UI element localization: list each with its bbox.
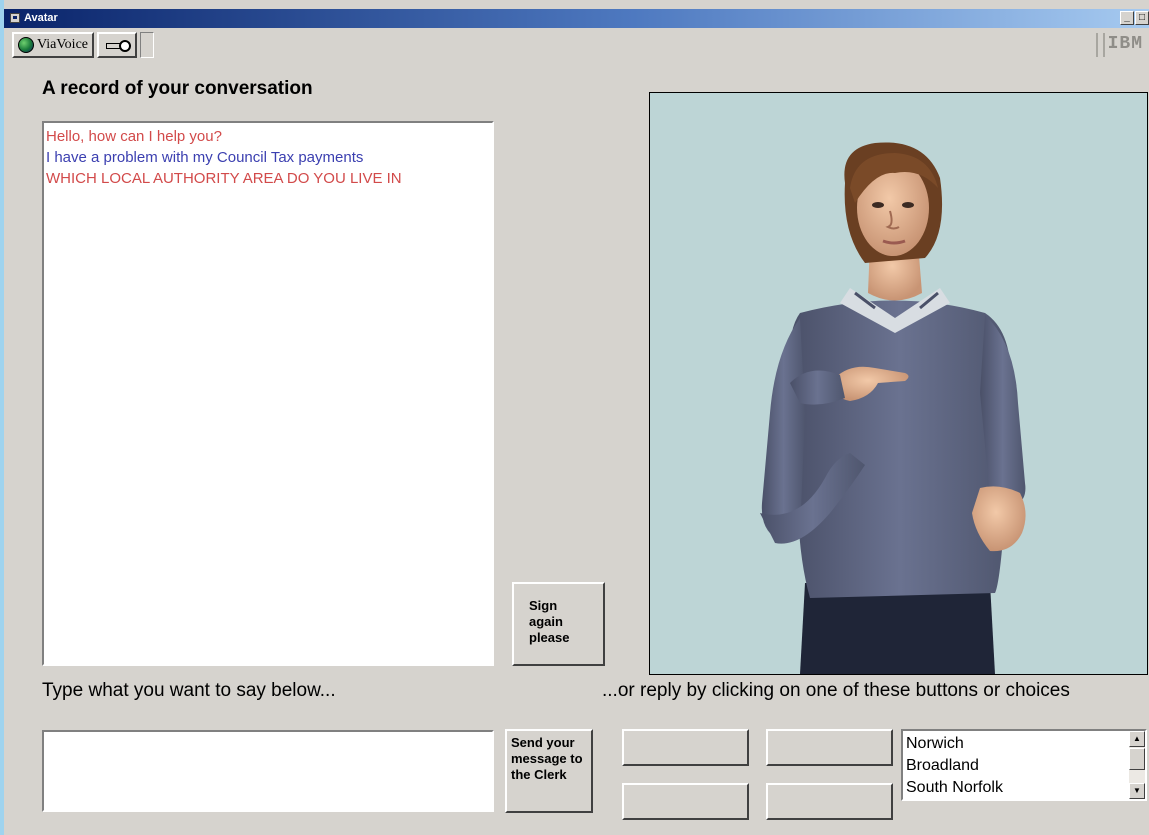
viavoice-label: ViaVoice: [37, 37, 88, 52]
scroll-thumb[interactable]: [1129, 748, 1145, 770]
conversation-message: Hello, how can I help you?: [46, 128, 222, 145]
choice-button-1[interactable]: [622, 729, 749, 766]
conversation-message: I have a problem with my Council Tax pay…: [46, 149, 364, 166]
sign-again-button[interactable]: Sign again please: [512, 582, 605, 666]
listbox-scrollbar[interactable]: ▲ ▼: [1129, 731, 1145, 799]
app-icon[interactable]: [10, 13, 20, 23]
conversation-log[interactable]: Hello, how can I help you? I have a prob…: [42, 121, 494, 666]
ibm-logo: IBM: [1107, 34, 1143, 54]
toolbar-grip: [1096, 33, 1105, 57]
choice-button-4[interactable]: [766, 783, 893, 820]
scroll-up-icon[interactable]: ▲: [1129, 731, 1145, 747]
status-slot: [140, 32, 154, 58]
authority-listbox[interactable]: Norwich Broadland South Norfolk ▲ ▼: [901, 729, 1147, 801]
list-item[interactable]: Norwich: [906, 733, 1145, 755]
send-message-button[interactable]: Send your message to the Clerk: [505, 729, 593, 813]
choice-button-3[interactable]: [622, 783, 749, 820]
minimize-button[interactable]: _: [1120, 11, 1134, 25]
avatar-window: Avatar _ □ ViaVoice IBM A record of your…: [4, 0, 1149, 835]
viavoice-button[interactable]: ViaVoice: [12, 32, 94, 58]
title-bar[interactable]: Avatar _ □: [4, 9, 1149, 28]
choice-button-2[interactable]: [766, 729, 893, 766]
globe-icon: [18, 37, 34, 53]
list-item[interactable]: South Norfolk: [906, 777, 1145, 799]
window-controls: _ □: [1120, 11, 1149, 25]
maximize-button[interactable]: □: [1135, 11, 1149, 25]
signing-avatar-viewport: [649, 92, 1148, 675]
signing-avatar-figure: [760, 142, 1026, 674]
conversation-heading: A record of your conversation: [42, 78, 313, 99]
sign-again-label: Sign again please: [529, 598, 570, 645]
conversation-message: WHICH LOCAL AUTHORITY AREA DO YOU LIVE I…: [46, 170, 402, 187]
reply-instruction-label: ...or reply by clicking on one of these …: [602, 680, 1070, 701]
send-message-label: Send your message to the Clerk: [511, 735, 583, 782]
microphone-toggle-button[interactable]: [97, 32, 137, 58]
message-input[interactable]: [42, 730, 494, 812]
window-title: Avatar: [24, 12, 58, 24]
scroll-down-icon[interactable]: ▼: [1129, 783, 1145, 799]
list-item[interactable]: Broadland: [906, 755, 1145, 777]
toolbar: ViaVoice: [12, 32, 154, 58]
type-instruction-label: Type what you want to say below...: [42, 680, 336, 701]
